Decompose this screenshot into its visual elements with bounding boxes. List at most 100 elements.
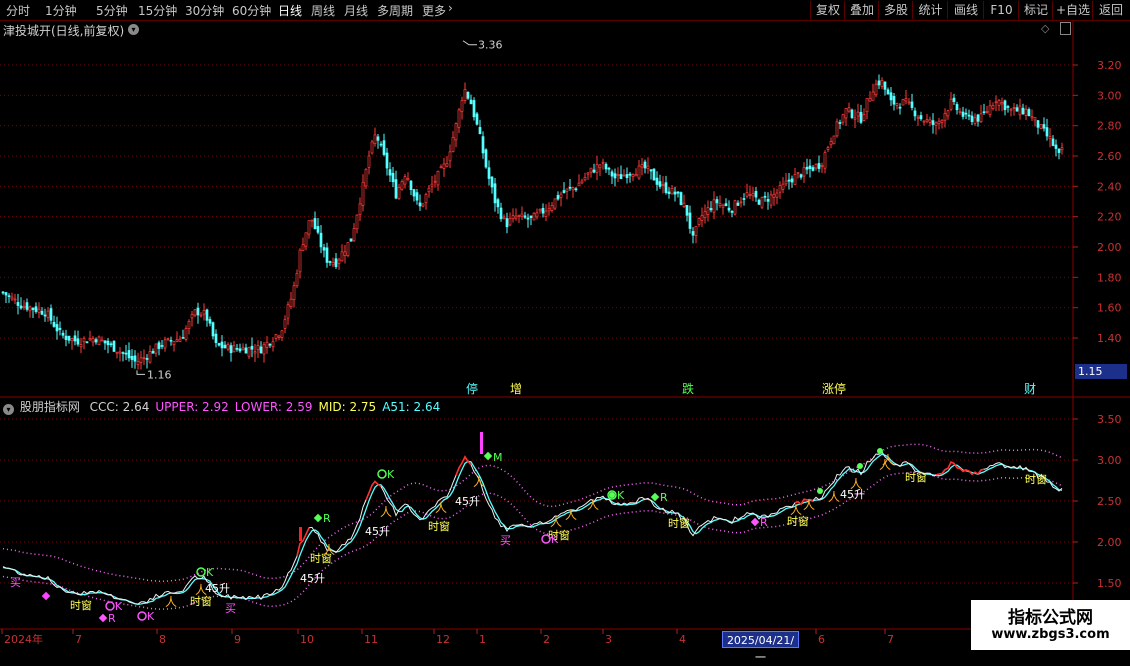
- candle-body: [655, 177, 659, 185]
- candle-body: [295, 272, 299, 287]
- candle-body: [175, 339, 179, 342]
- signal-ok: K: [206, 566, 214, 579]
- stock-chart[interactable]: 3.361.16停增跌涨停财 时窗 时窗时窗时窗时窗时窗 时窗时窗 时窗45升45升4…: [0, 0, 1130, 650]
- candle-body: [1015, 107, 1019, 112]
- candle-body: [169, 339, 173, 342]
- candle-body: [472, 100, 476, 118]
- candle-body: [436, 171, 440, 186]
- signal-45sheng: 45升: [205, 582, 230, 595]
- indicator-value-lower: LOWER: 2.59: [234, 400, 313, 414]
- signal-ok: K: [115, 600, 123, 613]
- chevron-down-icon[interactable]: ▾: [128, 24, 139, 35]
- diamond-icon[interactable]: ◇: [1041, 22, 1049, 35]
- indicator-value-upper: UPPER: 2.92: [155, 400, 229, 414]
- candle-body: [187, 320, 191, 329]
- candle-body: [193, 309, 197, 316]
- candle-body: [502, 216, 506, 219]
- candle-body: [409, 180, 413, 191]
- ccc-highlight: [296, 527, 310, 557]
- candle-body: [904, 98, 908, 102]
- candle-body: [49, 308, 53, 321]
- candle-body: [463, 89, 467, 101]
- candle-body: [424, 194, 428, 203]
- candle-body: [916, 116, 920, 119]
- candle-body: [889, 92, 893, 101]
- candle-body: [430, 183, 434, 187]
- candle-body: [214, 333, 218, 343]
- diamond-icon: [98, 613, 108, 623]
- candle-body: [979, 113, 983, 123]
- candle-body: [160, 345, 164, 347]
- ccc-highlight: [935, 461, 985, 476]
- lower-band: [2, 471, 1063, 610]
- indicator-tick-label: 3.00: [1097, 454, 1122, 467]
- signal-shichuang: 时窗: [1025, 472, 1047, 486]
- candle-body: [799, 174, 803, 178]
- candle-body: [298, 249, 302, 273]
- candle-body: [253, 351, 257, 354]
- candle-body: [1012, 107, 1016, 109]
- stock-title: 津投城开(日线,前复权): [3, 24, 125, 38]
- candle-body: [385, 152, 389, 169]
- candle-body: [70, 338, 74, 342]
- signal-ok: K: [147, 610, 155, 623]
- candle-body: [637, 165, 641, 179]
- candle-body: [943, 112, 947, 121]
- candle-body: [1030, 116, 1034, 119]
- candle-body: [634, 174, 638, 177]
- candle-body: [706, 207, 710, 215]
- candle-body: [382, 140, 386, 155]
- candle-body: [880, 80, 884, 87]
- candle-body: [1054, 144, 1058, 149]
- candle-body: [862, 114, 866, 121]
- walker-icon: 人: [435, 501, 447, 515]
- candle-body: [226, 344, 230, 350]
- candle-body: [721, 204, 725, 208]
- chevron-down-icon[interactable]: ▾: [3, 404, 14, 415]
- candle-body: [730, 211, 734, 213]
- event-marker: 停: [466, 381, 478, 396]
- candle-body: [46, 310, 50, 318]
- candle-body: [553, 198, 557, 209]
- candle-body: [511, 215, 515, 220]
- candle-body: [223, 344, 227, 349]
- candle-body: [544, 210, 548, 217]
- candle-body: [358, 203, 362, 215]
- high-pointer: [462, 40, 477, 46]
- candle-body: [676, 191, 680, 194]
- candle-body: [481, 136, 485, 154]
- candle-body: [205, 309, 209, 321]
- candle-body: [718, 203, 722, 207]
- candle-body: [802, 167, 806, 177]
- candle-body: [559, 193, 563, 198]
- candle-body: [145, 358, 149, 360]
- ok-ring-icon: [137, 611, 147, 621]
- diamond-icon: [650, 492, 660, 502]
- candle-body: [31, 307, 35, 310]
- candle-body: [397, 187, 401, 199]
- candle-body: [1042, 124, 1046, 129]
- candle-body: [43, 314, 47, 317]
- candle-body: [79, 344, 83, 348]
- candle-body: [796, 172, 800, 174]
- candle-body: [181, 337, 185, 339]
- candle-body: [973, 117, 977, 124]
- candle-body: [787, 179, 791, 182]
- candle-body: [319, 232, 323, 248]
- candle-body: [280, 330, 284, 338]
- candle-body: [661, 184, 665, 186]
- candle-body: [613, 173, 617, 179]
- diamond-icon: [483, 451, 493, 461]
- candle-body: [265, 341, 269, 348]
- candle-body: [16, 302, 20, 306]
- candle-body: [184, 328, 188, 340]
- panel-toggle-icon[interactable]: [1060, 22, 1071, 35]
- red-bar: [299, 527, 302, 541]
- main-tick-label: 3.00: [1097, 89, 1122, 102]
- candle-body: [307, 220, 311, 235]
- candle-body: [346, 242, 350, 256]
- candle-body: [964, 112, 968, 115]
- watermark-url: www.zbgs3.com: [991, 627, 1110, 642]
- candle-body: [1060, 147, 1064, 151]
- candle-body: [310, 219, 314, 222]
